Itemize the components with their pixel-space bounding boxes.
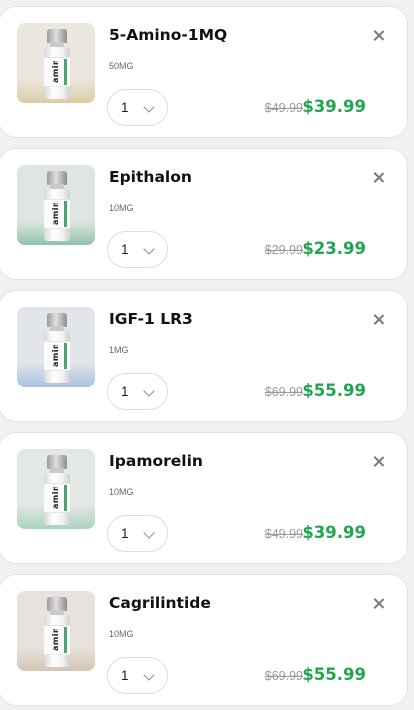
product-name[interactable]: Cagrilintide — [109, 591, 211, 615]
sale-price: $55.99 — [302, 665, 366, 684]
close-icon[interactable] — [370, 169, 388, 187]
quantity-value: 1 — [121, 384, 129, 399]
vial-brand-text: amino — [51, 203, 60, 225]
close-icon[interactable] — [370, 595, 388, 613]
chevron-down-icon — [143, 385, 155, 397]
product-image: amino — [17, 165, 95, 245]
product-image: amino — [17, 307, 95, 387]
chevron-down-icon — [143, 101, 155, 113]
vial-illustration: amino — [44, 597, 70, 667]
original-price: $49.99 — [264, 527, 303, 541]
quantity-value: 1 — [121, 100, 129, 115]
original-price: $69.99 — [264, 385, 303, 399]
product-dose: 1MG — [109, 345, 129, 355]
quantity-value: 1 — [121, 668, 129, 683]
cart-item-card: amino Cagrilintide 10MG 1 $69.99 $55.99 — [0, 574, 408, 706]
close-icon[interactable] — [370, 311, 388, 329]
product-dose: 10MG — [109, 629, 134, 639]
quantity-select[interactable]: 1 — [107, 657, 168, 694]
vial-brand-text: amino — [51, 487, 60, 509]
close-icon[interactable] — [370, 27, 388, 45]
original-price: $69.99 — [264, 669, 303, 683]
close-icon[interactable] — [370, 453, 388, 471]
vial-brand-text: amino — [51, 629, 60, 651]
product-image: amino — [17, 23, 95, 103]
vial-illustration: amino — [44, 29, 70, 99]
product-name[interactable]: IGF-1 LR3 — [109, 307, 193, 331]
product-image: amino — [17, 449, 95, 529]
sale-price: $55.99 — [302, 381, 366, 400]
product-dose: 50MG — [109, 61, 134, 71]
sale-price: $39.99 — [302, 97, 366, 116]
cart-item-card: amino 5-Amino-1MQ 50MG 1 $49.99 $39.99 — [0, 6, 408, 138]
quantity-select[interactable]: 1 — [107, 515, 168, 552]
vial-illustration: amino — [44, 171, 70, 241]
vial-brand-text: amino — [51, 345, 60, 367]
product-name[interactable]: Ipamorelin — [109, 449, 203, 473]
quantity-value: 1 — [121, 526, 129, 541]
quantity-select[interactable]: 1 — [107, 373, 168, 410]
sale-price: $39.99 — [302, 523, 366, 542]
original-price: $49.99 — [264, 101, 303, 115]
quantity-value: 1 — [121, 242, 129, 257]
vial-illustration: amino — [44, 313, 70, 383]
vial-brand-text: amino — [51, 61, 60, 83]
vial-illustration: amino — [44, 455, 70, 525]
product-dose: 10MG — [109, 203, 134, 213]
chevron-down-icon — [143, 243, 155, 255]
product-dose: 10MG — [109, 487, 134, 497]
product-name[interactable]: Epithalon — [109, 165, 192, 189]
quantity-select[interactable]: 1 — [107, 231, 168, 268]
cart-item-list: amino 5-Amino-1MQ 50MG 1 $49.99 $39.99 a… — [0, 0, 414, 710]
cart-item-card: amino Epithalon 10MG 1 $29.99 $23.99 — [0, 148, 408, 280]
cart-item-card: amino IGF-1 LR3 1MG 1 $69.99 $55.99 — [0, 290, 408, 422]
cart-item-card: amino Ipamorelin 10MG 1 $49.99 $39.99 — [0, 432, 408, 564]
chevron-down-icon — [143, 669, 155, 681]
product-image: amino — [17, 591, 95, 671]
sale-price: $23.99 — [302, 239, 366, 258]
product-name[interactable]: 5-Amino-1MQ — [109, 23, 227, 47]
chevron-down-icon — [143, 527, 155, 539]
quantity-select[interactable]: 1 — [107, 89, 168, 126]
original-price: $29.99 — [264, 243, 303, 257]
